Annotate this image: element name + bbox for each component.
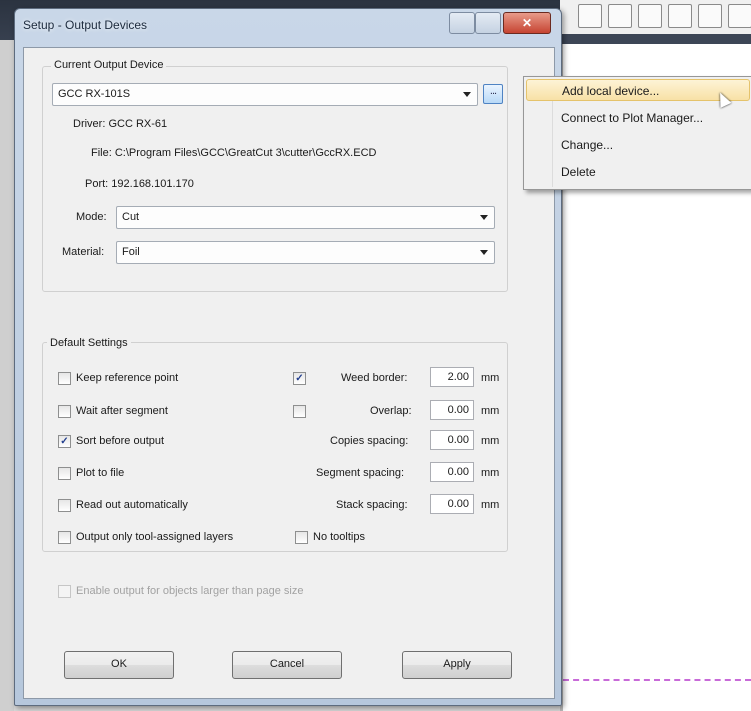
mode-label: Mode: — [76, 211, 107, 223]
file-path-text: File: C:\Program Files\GCC\GreatCut 3\cu… — [91, 147, 377, 159]
device-select[interactable]: GCC RX-101S — [52, 83, 478, 106]
cancel-button[interactable]: Cancel — [232, 651, 342, 679]
overlap-unit: mm — [481, 405, 500, 417]
chevron-down-icon — [480, 250, 488, 255]
overlap-checkbox[interactable] — [293, 405, 306, 418]
weed-border-input[interactable]: 2.00 — [430, 367, 474, 387]
copies-spacing-input[interactable]: 0.00 — [430, 430, 474, 450]
segment-spacing-unit: mm — [481, 467, 500, 479]
weed-border-unit: mm — [481, 372, 500, 384]
read-out-automatically-label: Read out automatically — [76, 499, 188, 511]
toolbar-tool-icon[interactable] — [668, 4, 692, 28]
app-left-panel — [0, 40, 14, 711]
current-output-device-group: Current Output Device GCC RX-101S ... Dr… — [42, 59, 508, 292]
dialog-client-area: Current Output Device GCC RX-101S ... Dr… — [23, 47, 555, 699]
setup-output-devices-dialog: Setup - Output Devices ✕ Current Output … — [14, 8, 562, 706]
apply-button[interactable]: Apply — [402, 651, 512, 679]
ok-button[interactable]: OK — [64, 651, 174, 679]
weed-border-label: Weed border: — [341, 372, 408, 384]
minimize-button[interactable] — [449, 12, 475, 34]
plot-to-file-label: Plot to file — [76, 467, 125, 479]
port-text: Port: 192.168.101.170 — [85, 178, 194, 190]
toolbar-tool-icon[interactable] — [698, 4, 722, 28]
overlap-label: Overlap: — [370, 405, 412, 417]
stack-spacing-input[interactable]: 0.00 — [430, 494, 474, 514]
overlap-input[interactable]: 0.00 — [430, 400, 474, 420]
segment-spacing-label: Segment spacing: — [316, 467, 405, 479]
output-only-tool-assigned-checkbox[interactable] — [58, 531, 71, 544]
app-ruler — [560, 34, 751, 44]
toolbar-tool-icon[interactable] — [728, 4, 751, 28]
group-title: Current Output Device — [51, 59, 167, 71]
wait-after-segment-label: Wait after segment — [76, 405, 168, 417]
toolbar-tool-icon[interactable] — [578, 4, 602, 28]
stack-spacing-label: Stack spacing: — [336, 499, 408, 511]
chevron-down-icon — [463, 92, 471, 97]
menu-item-connect-plot-manager[interactable]: Connect to Plot Manager... — [526, 107, 750, 129]
device-select-value: GCC RX-101S — [58, 88, 131, 100]
mode-select-value: Cut — [122, 211, 140, 223]
sort-before-output-label: Sort before output — [76, 435, 165, 447]
close-icon: ✕ — [521, 16, 533, 30]
page-boundary-line — [563, 679, 751, 681]
material-select-value: Foil — [122, 246, 140, 258]
read-out-automatically-checkbox[interactable] — [58, 499, 71, 512]
default-settings-group: Default Settings Keep reference point Wa… — [42, 337, 508, 552]
toolbar-tool-icon[interactable] — [608, 4, 632, 28]
no-tooltips-label: No tooltips — [313, 531, 365, 543]
dialog-title-bar[interactable]: Setup - Output Devices ✕ — [15, 9, 561, 45]
sort-before-output-checkbox[interactable]: ✓ — [58, 435, 71, 448]
driver-text: Driver: GCC RX-61 — [73, 118, 168, 130]
dialog-title: Setup - Output Devices — [23, 18, 148, 32]
app-toolbar — [560, 0, 751, 34]
keep-reference-point-checkbox[interactable] — [58, 372, 71, 385]
material-label: Material: — [62, 246, 105, 258]
wait-after-segment-checkbox[interactable] — [58, 405, 71, 418]
enable-large-objects-label: Enable output for objects larger than pa… — [76, 585, 304, 597]
copies-spacing-unit: mm — [481, 435, 500, 447]
mode-select[interactable]: Cut — [116, 206, 495, 229]
toolbar-tool-icon[interactable] — [638, 4, 662, 28]
stack-spacing-unit: mm — [481, 499, 500, 511]
chevron-down-icon — [480, 215, 488, 220]
group-title: Default Settings — [47, 337, 131, 349]
close-button[interactable]: ✕ — [503, 12, 551, 34]
copies-spacing-label: Copies spacing: — [330, 435, 409, 447]
more-icon: ... — [489, 85, 497, 97]
maximize-button[interactable] — [475, 12, 501, 34]
no-tooltips-checkbox[interactable] — [295, 531, 308, 544]
device-options-button[interactable]: ... — [483, 84, 503, 104]
segment-spacing-input[interactable]: 0.00 — [430, 462, 474, 482]
menu-item-delete[interactable]: Delete — [526, 161, 750, 183]
material-select[interactable]: Foil — [116, 241, 495, 264]
keep-reference-point-label: Keep reference point — [76, 372, 179, 384]
plot-to-file-checkbox[interactable] — [58, 467, 71, 480]
weed-border-checkbox[interactable]: ✓ — [293, 372, 306, 385]
output-only-tool-assigned-label: Output only tool-assigned layers — [76, 531, 234, 543]
menu-item-change[interactable]: Change... — [526, 134, 750, 156]
enable-large-objects-checkbox[interactable] — [58, 585, 71, 598]
